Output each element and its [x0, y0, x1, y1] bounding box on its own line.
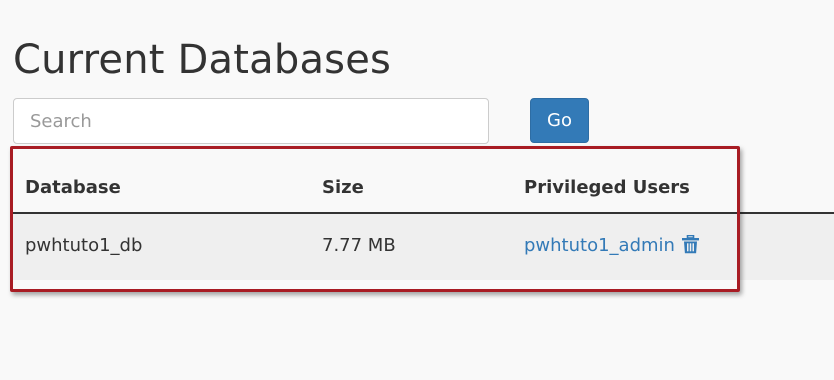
database-name-cell: pwhtuto1_db: [25, 235, 143, 256]
page-title: Current Databases: [13, 37, 392, 83]
column-header-size[interactable]: Size: [322, 177, 364, 198]
privileged-users-cell: pwhtuto1_admin: [524, 234, 699, 259]
databases-table: Database Size Privileged Users pwhtuto1_…: [13, 164, 834, 280]
privileged-user-link[interactable]: pwhtuto1_admin: [524, 235, 675, 256]
column-header-privileged-users: Privileged Users: [524, 177, 690, 198]
table-row: pwhtuto1_db 7.77 MB pwhtuto1_admin: [13, 214, 834, 280]
current-databases-page: Current Databases Go Database Size Privi…: [0, 0, 834, 380]
database-size-cell: 7.77 MB: [322, 235, 396, 256]
go-button[interactable]: Go: [530, 98, 589, 143]
search-input[interactable]: [13, 98, 489, 144]
column-header-database[interactable]: Database: [25, 177, 121, 198]
trash-icon[interactable]: [681, 234, 699, 259]
table-header-row: Database Size Privileged Users: [13, 164, 834, 214]
